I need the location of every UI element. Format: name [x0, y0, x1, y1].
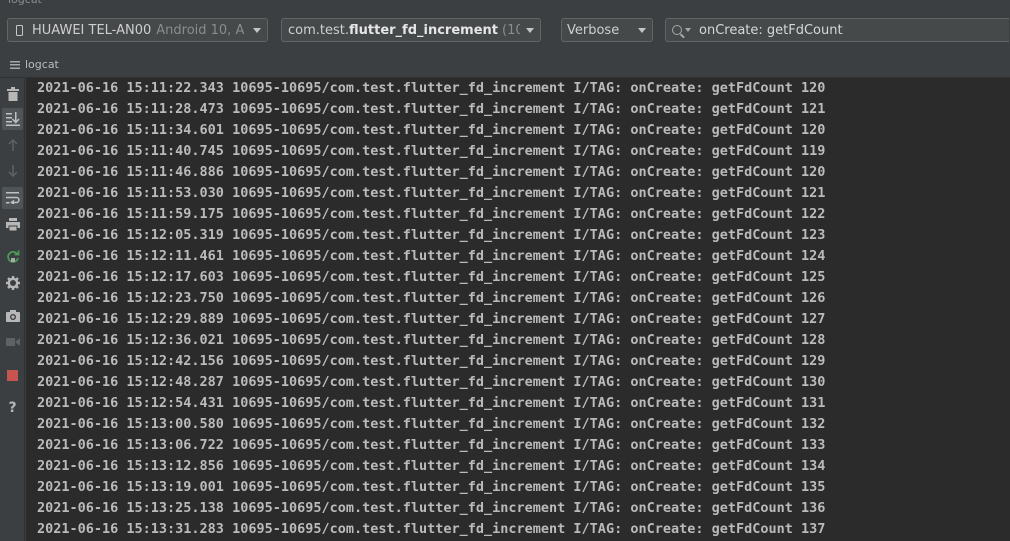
down-to-next-button[interactable] — [2, 160, 23, 182]
print-button[interactable] — [2, 213, 23, 235]
stop-icon — [7, 369, 18, 381]
phone-icon — [16, 24, 23, 36]
camera-icon — [5, 310, 20, 322]
log-line: 2021-06-16 15:11:53.030 10695-10695/com.… — [37, 185, 826, 201]
window-title-strip: logcat — [0, 0, 1010, 8]
log-line: 2021-06-16 15:13:00.580 10695-10695/com.… — [37, 416, 826, 432]
search-icon[interactable] — [672, 25, 682, 35]
gear-icon — [5, 276, 20, 290]
clear-logcat-button[interactable] — [2, 83, 23, 105]
search-box[interactable] — [665, 18, 1009, 42]
package-name: flutter_fd_increment — [349, 22, 498, 38]
scroll-to-end-icon — [5, 112, 20, 126]
process-selector[interactable]: com.test. flutter_fd_increment (10 — [281, 18, 541, 42]
tab-logcat[interactable]: logcat — [10, 58, 59, 71]
arrow-down-icon — [7, 165, 18, 177]
log-line: 2021-06-16 15:11:22.343 10695-10695/com.… — [37, 80, 826, 96]
restart-logcat-button[interactable] — [2, 246, 23, 268]
tab-bar: logcat — [0, 52, 1010, 78]
log-level-value: Verbose — [567, 22, 620, 38]
search-history-caret-icon[interactable] — [685, 28, 691, 32]
log-line: 2021-06-16 15:12:29.889 10695-10695/com.… — [37, 311, 826, 327]
chevron-down-icon[interactable] — [632, 19, 652, 41]
up-to-previous-button[interactable] — [2, 134, 23, 156]
soft-wrap-button[interactable] — [2, 187, 23, 209]
log-line: 2021-06-16 15:13:31.283 10695-10695/com.… — [37, 521, 826, 537]
log-line: 2021-06-16 15:11:28.473 10695-10695/com.… — [37, 101, 826, 117]
log-line: 2021-06-16 15:11:59.175 10695-10695/com.… — [37, 206, 826, 222]
terminate-app-button[interactable] — [2, 364, 23, 386]
log-line: 2021-06-16 15:11:46.886 10695-10695/com.… — [37, 164, 826, 180]
device-name: HUAWEI TEL-AN00 — [32, 22, 152, 38]
package-prefix: com.test. — [288, 22, 349, 38]
log-line: 2021-06-16 15:13:06.722 10695-10695/com.… — [37, 437, 826, 453]
video-icon — [5, 338, 20, 346]
log-line: 2021-06-16 15:12:48.287 10695-10695/com.… — [37, 374, 826, 390]
print-icon — [5, 217, 20, 231]
arrow-up-icon — [7, 139, 18, 151]
log-line: 2021-06-16 15:12:36.021 10695-10695/com.… — [37, 332, 826, 348]
chevron-down-icon[interactable] — [520, 19, 540, 41]
log-line: 2021-06-16 15:11:34.601 10695-10695/com.… — [37, 122, 826, 138]
logcat-side-toolbar: ? — [0, 78, 25, 541]
logcat-icon — [10, 60, 20, 69]
help-icon: ? — [8, 400, 17, 416]
window-title: logcat — [8, 0, 42, 6]
log-line: 2021-06-16 15:12:23.750 10695-10695/com.… — [37, 290, 826, 306]
screen-record-button[interactable] — [2, 331, 23, 353]
scroll-to-end-button[interactable] — [2, 108, 23, 130]
help-button[interactable]: ? — [2, 397, 23, 419]
tab-logcat-label: logcat — [25, 58, 59, 71]
log-line: 2021-06-16 15:12:05.319 10695-10695/com.… — [37, 227, 826, 243]
log-line: 2021-06-16 15:12:17.603 10695-10695/com.… — [37, 269, 826, 285]
log-level-selector[interactable]: Verbose — [561, 18, 653, 42]
log-line: 2021-06-16 15:12:42.156 10695-10695/com.… — [37, 353, 826, 369]
screen-capture-button[interactable] — [2, 305, 23, 327]
chevron-down-icon[interactable] — [247, 19, 267, 41]
soft-wrap-icon — [5, 192, 20, 204]
log-line: 2021-06-16 15:13:12.856 10695-10695/com.… — [37, 458, 826, 474]
restart-icon — [6, 250, 19, 263]
device-selector[interactable]: HUAWEI TEL-AN00 Android 10, A — [7, 18, 268, 42]
search-input[interactable] — [699, 22, 999, 38]
logcat-toolbar: HUAWEI TEL-AN00 Android 10, A com.test. f… — [0, 10, 1010, 52]
device-detail: Android 10, A — [156, 22, 245, 38]
trash-icon — [6, 87, 19, 101]
log-line: 2021-06-16 15:13:19.001 10695-10695/com.… — [37, 479, 826, 495]
log-line: 2021-06-16 15:13:25.138 10695-10695/com.… — [37, 500, 826, 516]
logcat-output[interactable]: 2021-06-16 15:11:22.343 10695-10695/com.… — [26, 78, 1010, 541]
settings-button[interactable] — [2, 272, 23, 294]
log-line: 2021-06-16 15:12:11.461 10695-10695/com.… — [37, 248, 826, 264]
log-line: 2021-06-16 15:12:54.431 10695-10695/com.… — [37, 395, 826, 411]
log-line: 2021-06-16 15:11:40.745 10695-10695/com.… — [37, 143, 826, 159]
